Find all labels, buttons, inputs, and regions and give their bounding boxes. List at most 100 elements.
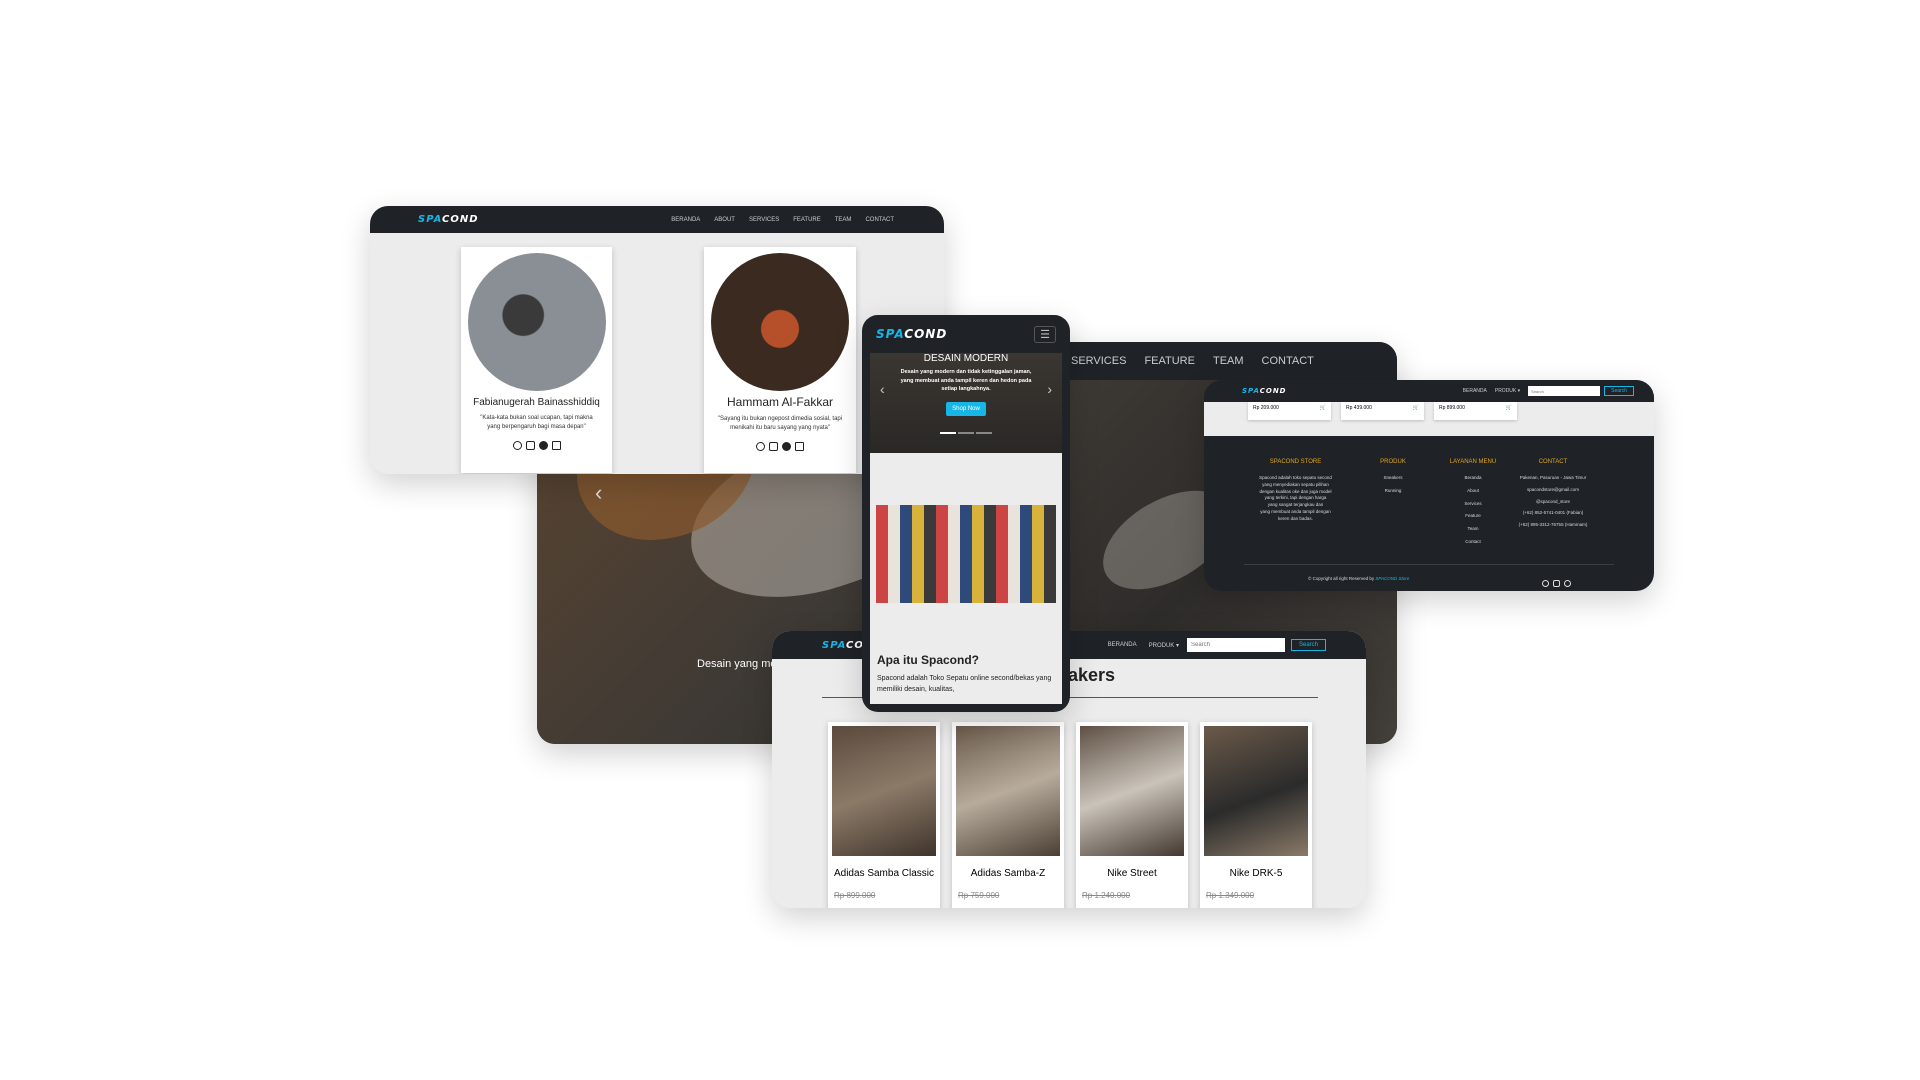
nav-beranda[interactable]: BERANDA bbox=[1463, 388, 1487, 394]
products-strip: Rp 209.000 🛒 Rp 439.000 🛒 Rp 899.000 🛒 bbox=[1204, 402, 1654, 436]
facebook-icon[interactable] bbox=[782, 442, 791, 451]
product-name: Nike Street bbox=[1107, 868, 1157, 879]
footer-link[interactable]: Running bbox=[1343, 488, 1443, 495]
nav-team[interactable]: TEAM bbox=[1213, 355, 1244, 367]
footer-line: (+62) 852-5741-0401 (Fabian) bbox=[1522, 510, 1584, 516]
product-name: Nike DRK-5 bbox=[1229, 868, 1283, 879]
footer-link[interactable]: Sneakers bbox=[1343, 475, 1443, 482]
product-name: Adidas Samba-Z bbox=[970, 868, 1046, 879]
brand-logo[interactable]: SPACOND bbox=[1242, 387, 1287, 395]
product-image bbox=[956, 726, 1060, 856]
product-price: Rp 209.000 bbox=[1253, 405, 1279, 411]
github-icon[interactable] bbox=[1542, 580, 1549, 587]
search-input[interactable] bbox=[1186, 638, 1285, 652]
mail-icon[interactable] bbox=[795, 442, 804, 451]
search-input[interactable] bbox=[1528, 386, 1601, 396]
member-avatar bbox=[711, 253, 849, 391]
copyright-brand: SPACOND Store bbox=[1375, 576, 1410, 581]
member-name: Hammam Al-Fakkar bbox=[726, 395, 833, 409]
footer-line: yang membuat anda tampil dengan bbox=[1260, 508, 1331, 514]
product-old-price: Rp 1.240.000 bbox=[1082, 891, 1131, 900]
carousel-prev-icon[interactable]: ‹ bbox=[880, 381, 885, 397]
indicator[interactable] bbox=[958, 432, 974, 434]
search-button[interactable]: Search bbox=[1290, 639, 1326, 651]
footer-link[interactable]: Team bbox=[1443, 526, 1503, 533]
footer-line: dengan kualitas oke dan juga model bbox=[1259, 488, 1332, 494]
footer-line: yang menyediakan sepatu pilihan bbox=[1262, 481, 1329, 487]
nav-feature[interactable]: FEATURE bbox=[793, 217, 821, 223]
product-image bbox=[1204, 726, 1308, 856]
cart-icon[interactable]: 🛒 bbox=[1413, 405, 1419, 411]
brand-logo[interactable]: SPACOND bbox=[876, 327, 947, 341]
discord-icon[interactable] bbox=[1553, 580, 1560, 587]
team-member-card: Fabianugerah Bainasshiddiq "Kata-kata bu… bbox=[461, 247, 612, 473]
product-card[interactable]: Nike Street Rp 1.240.000 bbox=[1076, 722, 1188, 908]
copyright: © Copyright all right Reserved by SPACON… bbox=[1308, 576, 1410, 581]
github-icon[interactable] bbox=[512, 441, 522, 450]
shop-now-button[interactable]: Shop Now bbox=[946, 401, 986, 416]
nav-services[interactable]: SERVICES bbox=[749, 217, 779, 223]
footer-divider bbox=[1244, 564, 1614, 565]
cart-icon[interactable]: 🛒 bbox=[1506, 405, 1512, 411]
cart-icon[interactable]: 🛒 bbox=[1320, 405, 1326, 411]
instagram-icon[interactable] bbox=[525, 441, 535, 450]
product-card[interactable]: Nike DRK-5 Rp 1.349.000 bbox=[1200, 722, 1312, 908]
product-image bbox=[1080, 726, 1184, 856]
nav-contact[interactable]: CONTACT bbox=[865, 217, 894, 223]
footer-columns: SPACOND STORE Spacond adalah toko sepatu… bbox=[1204, 436, 1654, 546]
footer-link[interactable]: About bbox=[1443, 488, 1503, 495]
hero-prev-arrow[interactable]: ‹ bbox=[595, 480, 602, 506]
mail-icon[interactable] bbox=[551, 441, 561, 450]
member-name: Fabianugerah Bainasshiddiq bbox=[473, 397, 600, 408]
footer-line: spacondstore@gmail.com bbox=[1526, 486, 1580, 492]
search-button[interactable]: Search bbox=[1604, 386, 1634, 396]
footer-link[interactable]: Contact bbox=[1443, 539, 1503, 546]
footer-link[interactable]: Beranda bbox=[1443, 475, 1503, 482]
footer-line: Pakenan, Pasuruan - Jawa Timur bbox=[1519, 475, 1587, 480]
member-quote: "Kata-kata bukan soal ucapan, tapi makna… bbox=[480, 415, 593, 430]
indicator[interactable] bbox=[976, 432, 992, 434]
nav-team[interactable]: TEAM bbox=[835, 217, 852, 223]
product-old-price: Rp 1.349.000 bbox=[1206, 891, 1255, 900]
footer-line: Spacond adalah toko sepatu second bbox=[1259, 475, 1332, 480]
team-screen: SPACOND BERANDA ABOUT SERVICES FEATURE T… bbox=[370, 206, 944, 474]
nav-beranda[interactable]: BERANDA bbox=[1108, 642, 1137, 648]
slide-title: DESAIN MODERN bbox=[923, 353, 1009, 364]
about-text: Spacond adalah Toko Sepatu online second… bbox=[877, 675, 1052, 694]
instagram-icon[interactable] bbox=[769, 442, 778, 451]
member-social bbox=[461, 437, 612, 455]
price-box: Rp 899.000 🛒 bbox=[1434, 402, 1517, 420]
mobile-navbar: SPACOND ☰ bbox=[870, 315, 1062, 353]
mobile-screen: SPACOND ☰ DESAIN MODERN Desain yang mode… bbox=[862, 315, 1070, 712]
nav-beranda[interactable]: BERANDA bbox=[671, 217, 700, 223]
brand-logo[interactable]: SPACOND bbox=[418, 214, 479, 225]
footer-col-title: PRODUK bbox=[1380, 459, 1406, 465]
footer-link[interactable]: Feature bbox=[1443, 513, 1503, 520]
product-old-price: Rp 759.000 bbox=[958, 891, 1000, 900]
indicator-active[interactable] bbox=[940, 432, 956, 434]
nav-contact[interactable]: CONTACT bbox=[1262, 355, 1314, 367]
product-name: Adidas Samba Classic bbox=[833, 868, 935, 879]
price-box: Rp 209.000 🛒 bbox=[1248, 402, 1331, 420]
section-heading: akers bbox=[1068, 665, 1116, 685]
nav-services[interactable]: SERVICES bbox=[1071, 355, 1126, 367]
team-member-card: Hammam Al-Fakkar "Sayang itu bukan ngepo… bbox=[704, 247, 856, 473]
product-price: Rp 439.000 bbox=[1346, 405, 1372, 411]
threads-icon[interactable] bbox=[1564, 580, 1571, 587]
product-card[interactable]: Adidas Samba-Z Rp 759.000 bbox=[952, 722, 1064, 908]
nav-about[interactable]: ABOUT bbox=[714, 217, 735, 223]
hamburger-menu-icon[interactable]: ☰ bbox=[1034, 325, 1056, 343]
team-navbar: SPACOND BERANDA ABOUT SERVICES FEATURE T… bbox=[370, 206, 944, 233]
nav-feature[interactable]: FEATURE bbox=[1144, 355, 1195, 367]
nav-produk-dropdown[interactable]: PRODUK ▾ bbox=[1495, 388, 1520, 394]
mobile-carousel: DESAIN MODERN Desain yang modern dan tid… bbox=[870, 353, 1062, 453]
product-card[interactable]: Adidas Samba Classic Rp 899.000 bbox=[828, 722, 940, 908]
footer-col-menu: LAYANAN MENU Beranda About Services Feat… bbox=[1443, 458, 1503, 546]
facebook-icon[interactable] bbox=[538, 441, 548, 450]
footer-social bbox=[1540, 574, 1573, 591]
github-icon[interactable] bbox=[756, 442, 765, 451]
nav-produk-dropdown[interactable]: PRODUK ▾ bbox=[1149, 642, 1179, 649]
hero-nav-links: SERVICES FEATURE TEAM CONTACT bbox=[1057, 355, 1314, 367]
carousel-next-icon[interactable]: › bbox=[1047, 381, 1052, 397]
footer-link[interactable]: Services bbox=[1443, 501, 1503, 508]
